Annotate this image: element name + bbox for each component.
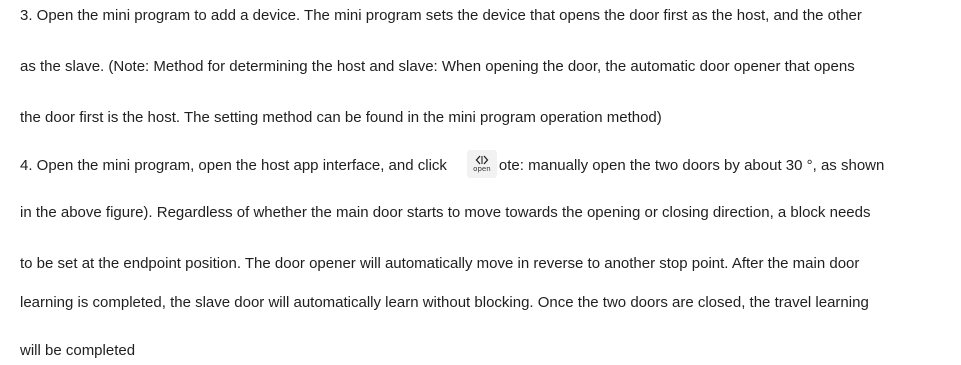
- step-3-line-2: as the slave. (Note: Method for determin…: [20, 58, 855, 75]
- step-3-line-3: the door first is the host. The setting …: [20, 109, 662, 126]
- step-4-line-2: in the above figure). Regardless of whet…: [20, 204, 871, 221]
- step-4-line-4: learning is completed, the slave door wi…: [20, 294, 869, 311]
- open-button[interactable]: open: [466, 150, 497, 178]
- door-open-arrows-icon: [475, 155, 489, 165]
- step-4-line-5: will be completed: [20, 342, 136, 359]
- step-4-line-3: to be set at the endpoint position. The …: [20, 255, 860, 272]
- step-4-text-before-button: 4. Open the mini program, open the host …: [20, 157, 447, 174]
- step-4-line-1: 4. Open the mini program, open the host …: [20, 150, 884, 178]
- step-3-line-1: 3. Open the mini program to add a device…: [20, 7, 862, 24]
- open-button-label: open: [473, 165, 491, 173]
- step-4-text-after-button: ote: manually open the two doors by abou…: [498, 157, 885, 174]
